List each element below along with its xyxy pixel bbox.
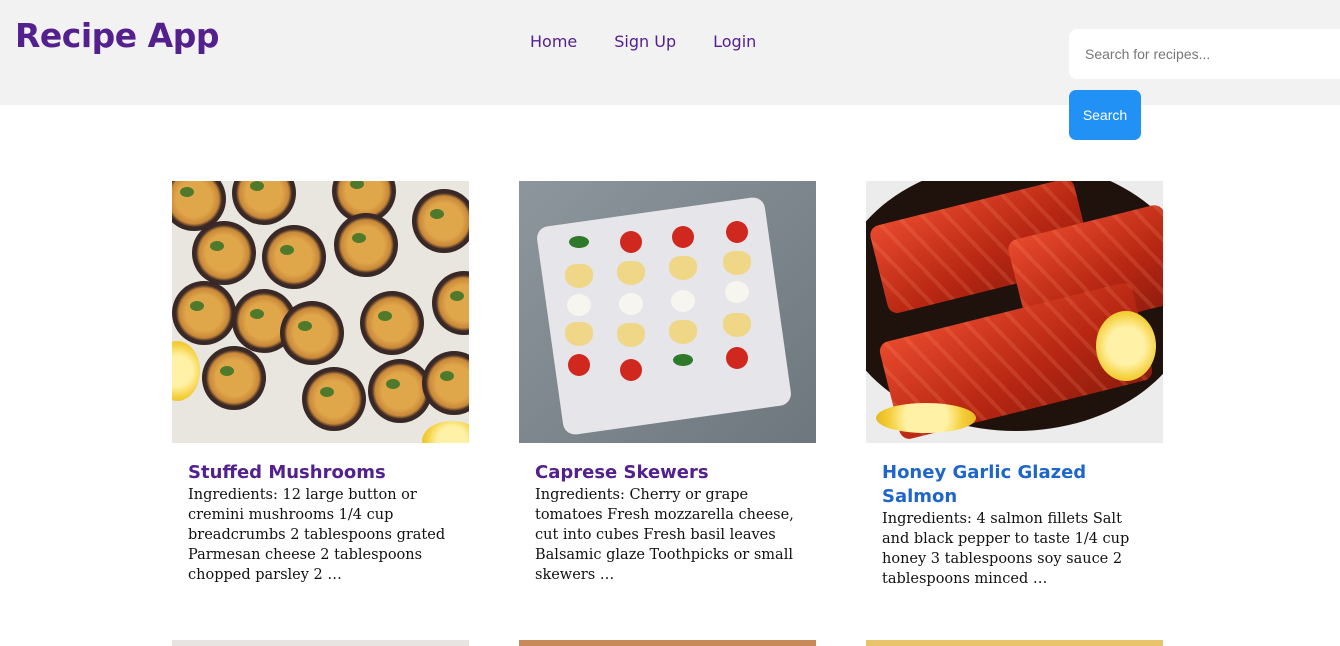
recipe-title[interactable]: Honey Garlic Glazed Salmon [882,461,1147,509]
recipe-image-caprese-skewers[interactable] [519,181,816,443]
main-nav: Home Sign Up Login [530,32,793,51]
recipe-title[interactable]: Caprese Skewers [535,461,800,485]
recipe-card[interactable]: Caprese Skewers Ingredients: Cherry or g… [519,181,816,585]
recipe-card[interactable]: Honey Garlic Glazed Salmon Ingredients: … [866,181,1163,589]
app-title: Recipe App [15,16,219,55]
recipe-card-partial[interactable] [866,640,1163,646]
nav-login-link[interactable]: Login [713,32,756,51]
recipe-card-partial[interactable] [519,640,816,646]
search-button[interactable]: Search [1069,90,1141,140]
search-input[interactable] [1069,29,1340,79]
recipe-description: Ingredients: 12 large button or cremini … [188,487,446,583]
nav-signup-link[interactable]: Sign Up [614,32,676,51]
recipe-image-honey-garlic-salmon[interactable] [866,181,1163,443]
recipe-image-stuffed-mushrooms[interactable] [172,181,469,443]
recipe-title[interactable]: Stuffed Mushrooms [188,461,453,485]
recipe-description: Ingredients: 4 salmon fillets Salt and b… [882,511,1130,587]
recipe-card-partial[interactable] [172,640,469,646]
recipe-description: Ingredients: Cherry or grape tomatoes Fr… [535,487,794,583]
nav-home-link[interactable]: Home [530,32,577,51]
recipe-card[interactable]: Stuffed Mushrooms Ingredients: 12 large … [172,181,469,585]
